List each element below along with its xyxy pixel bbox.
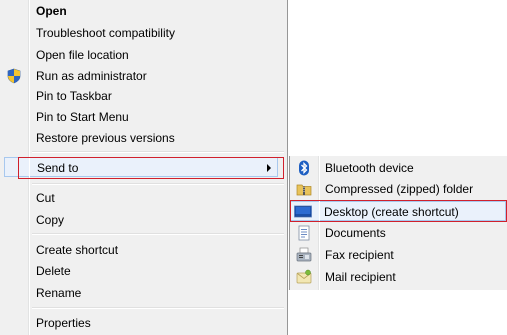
menu-item-troubleshoot-compatibility[interactable]: Troubleshoot compatibility [2,23,282,43]
submenu-item-label: Documents [325,226,386,240]
menu-item-label: Properties [36,316,91,330]
annotation-highlight [290,200,507,222]
submenu-item-label: Fax recipient [325,248,394,262]
menu-item-cut[interactable]: Cut [2,188,282,208]
submenu-item-documents[interactable]: Documents [292,223,506,243]
menu-item-open-file-location[interactable]: Open file location [2,45,282,65]
menu-item-label: Pin to Start Menu [36,110,129,124]
submenu-item-label: Mail recipient [325,270,396,284]
uac-shield-icon [6,68,22,84]
menu-separator [32,151,284,153]
menu-item-label: Open file location [36,48,129,62]
menu-item-pin-to-start-menu[interactable]: Pin to Start Menu [2,107,282,127]
menu-item-pin-to-taskbar[interactable]: Pin to Taskbar [2,86,282,106]
menu-item-rename[interactable]: Rename [2,283,282,303]
menu-item-label: Pin to Taskbar [36,89,112,103]
documents-icon [296,225,312,241]
send-to-submenu: Bluetooth device Compressed (zipped) fol… [289,156,507,290]
menu-item-run-as-administrator[interactable]: Run as administrator [2,66,282,86]
menu-item-restore-previous-versions[interactable]: Restore previous versions [2,128,282,148]
menu-separator [32,233,284,235]
menu-separator [32,307,284,309]
mail-icon [296,269,312,285]
menu-item-label: Create shortcut [36,243,119,257]
menu-item-create-shortcut[interactable]: Create shortcut [2,240,282,260]
menu-item-label: Run as administrator [36,69,147,83]
submenu-item-compressed-folder[interactable]: Compressed (zipped) folder [292,179,506,199]
menu-item-delete[interactable]: Delete [2,261,282,281]
context-menu: Open Troubleshoot compatibility Open fil… [0,0,288,335]
submenu-item-bluetooth-device[interactable]: Bluetooth device [292,158,506,178]
menu-item-open[interactable]: Open [2,1,282,21]
submenu-item-fax-recipient[interactable]: Fax recipient [292,245,506,265]
menu-item-copy[interactable]: Copy [2,210,282,230]
submenu-item-label: Compressed (zipped) folder [325,182,474,196]
menu-item-properties[interactable]: Properties [2,313,282,333]
zip-folder-icon [296,181,312,197]
menu-item-label: Open [36,4,67,18]
annotation-highlight [18,157,284,179]
menu-separator [32,183,284,185]
submenu-item-label: Bluetooth device [325,161,414,175]
menu-item-label: Cut [36,191,55,205]
submenu-item-mail-recipient[interactable]: Mail recipient [292,267,506,287]
menu-item-label: Rename [36,286,82,300]
bluetooth-icon [296,160,312,176]
menu-item-label: Troubleshoot compatibility [36,26,175,40]
menu-item-label: Restore previous versions [36,131,175,145]
menu-item-label: Delete [36,264,71,278]
menu-item-label: Copy [36,213,65,227]
fax-icon [296,247,312,263]
